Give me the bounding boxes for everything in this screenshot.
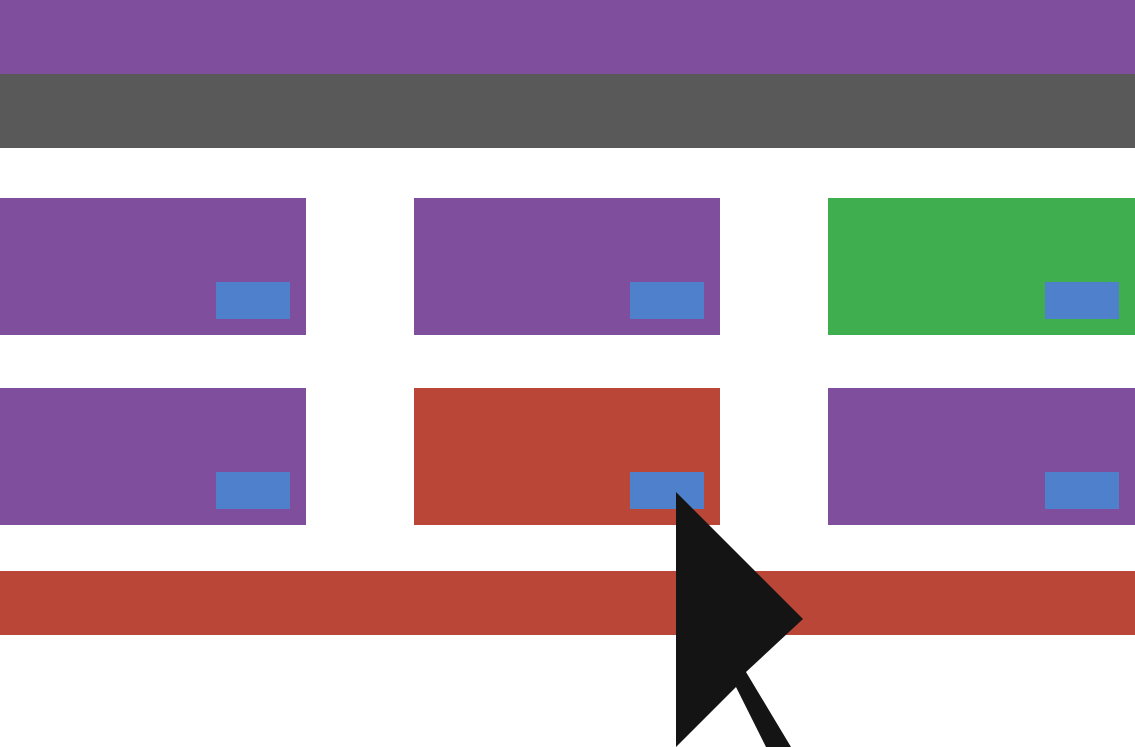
card-2[interactable] — [414, 198, 720, 335]
card-3[interactable] — [828, 198, 1135, 335]
card-4[interactable] — [0, 388, 306, 525]
card-3-action-button[interactable] — [1045, 282, 1119, 319]
app-window — [0, 0, 1135, 747]
card-5[interactable] — [414, 388, 720, 525]
nav-bar[interactable] — [0, 74, 1135, 148]
header-bar — [0, 0, 1135, 74]
card-5-action-button[interactable] — [630, 472, 704, 509]
card-2-action-button[interactable] — [630, 282, 704, 319]
card-6-action-button[interactable] — [1045, 472, 1119, 509]
card-1-action-button[interactable] — [216, 282, 290, 319]
card-1[interactable] — [0, 198, 306, 335]
footer-bar[interactable] — [0, 571, 1135, 635]
card-6[interactable] — [828, 388, 1135, 525]
card-4-action-button[interactable] — [216, 472, 290, 509]
